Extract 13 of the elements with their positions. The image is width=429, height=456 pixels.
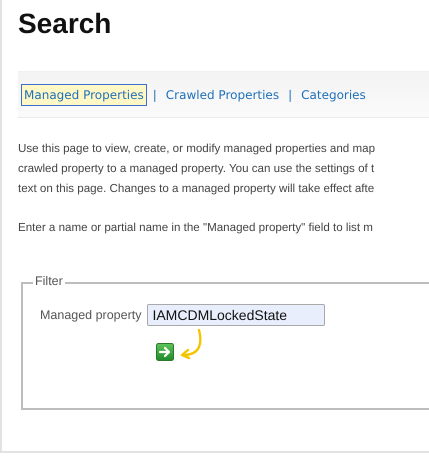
- nav-separator: |: [152, 88, 157, 102]
- field-label: Managed property: [40, 308, 142, 322]
- nav-link[interactable]: Categories: [298, 84, 369, 106]
- nav-separator: |: [288, 88, 292, 102]
- filter-legend: Filter: [33, 274, 65, 288]
- input-field[interactable]: IAMCDMLockedState: [147, 304, 326, 326]
- description-line: crawled property to a managed property. You can use the settings of t: [18, 161, 376, 177]
- description-line: text on this page. Changes to a managed property will take effect afte: [18, 181, 376, 197]
- nav-link[interactable]: Managed Properties: [21, 84, 147, 106]
- hint-text: Enter a name or partial name in the "Managed property" field to list m: [18, 220, 374, 236]
- page-title: Search: [18, 7, 112, 41]
- description-line: Use this page to view, create, or modify managed properties and map: [18, 141, 376, 157]
- nav-link[interactable]: Crawled Properties: [162, 84, 282, 106]
